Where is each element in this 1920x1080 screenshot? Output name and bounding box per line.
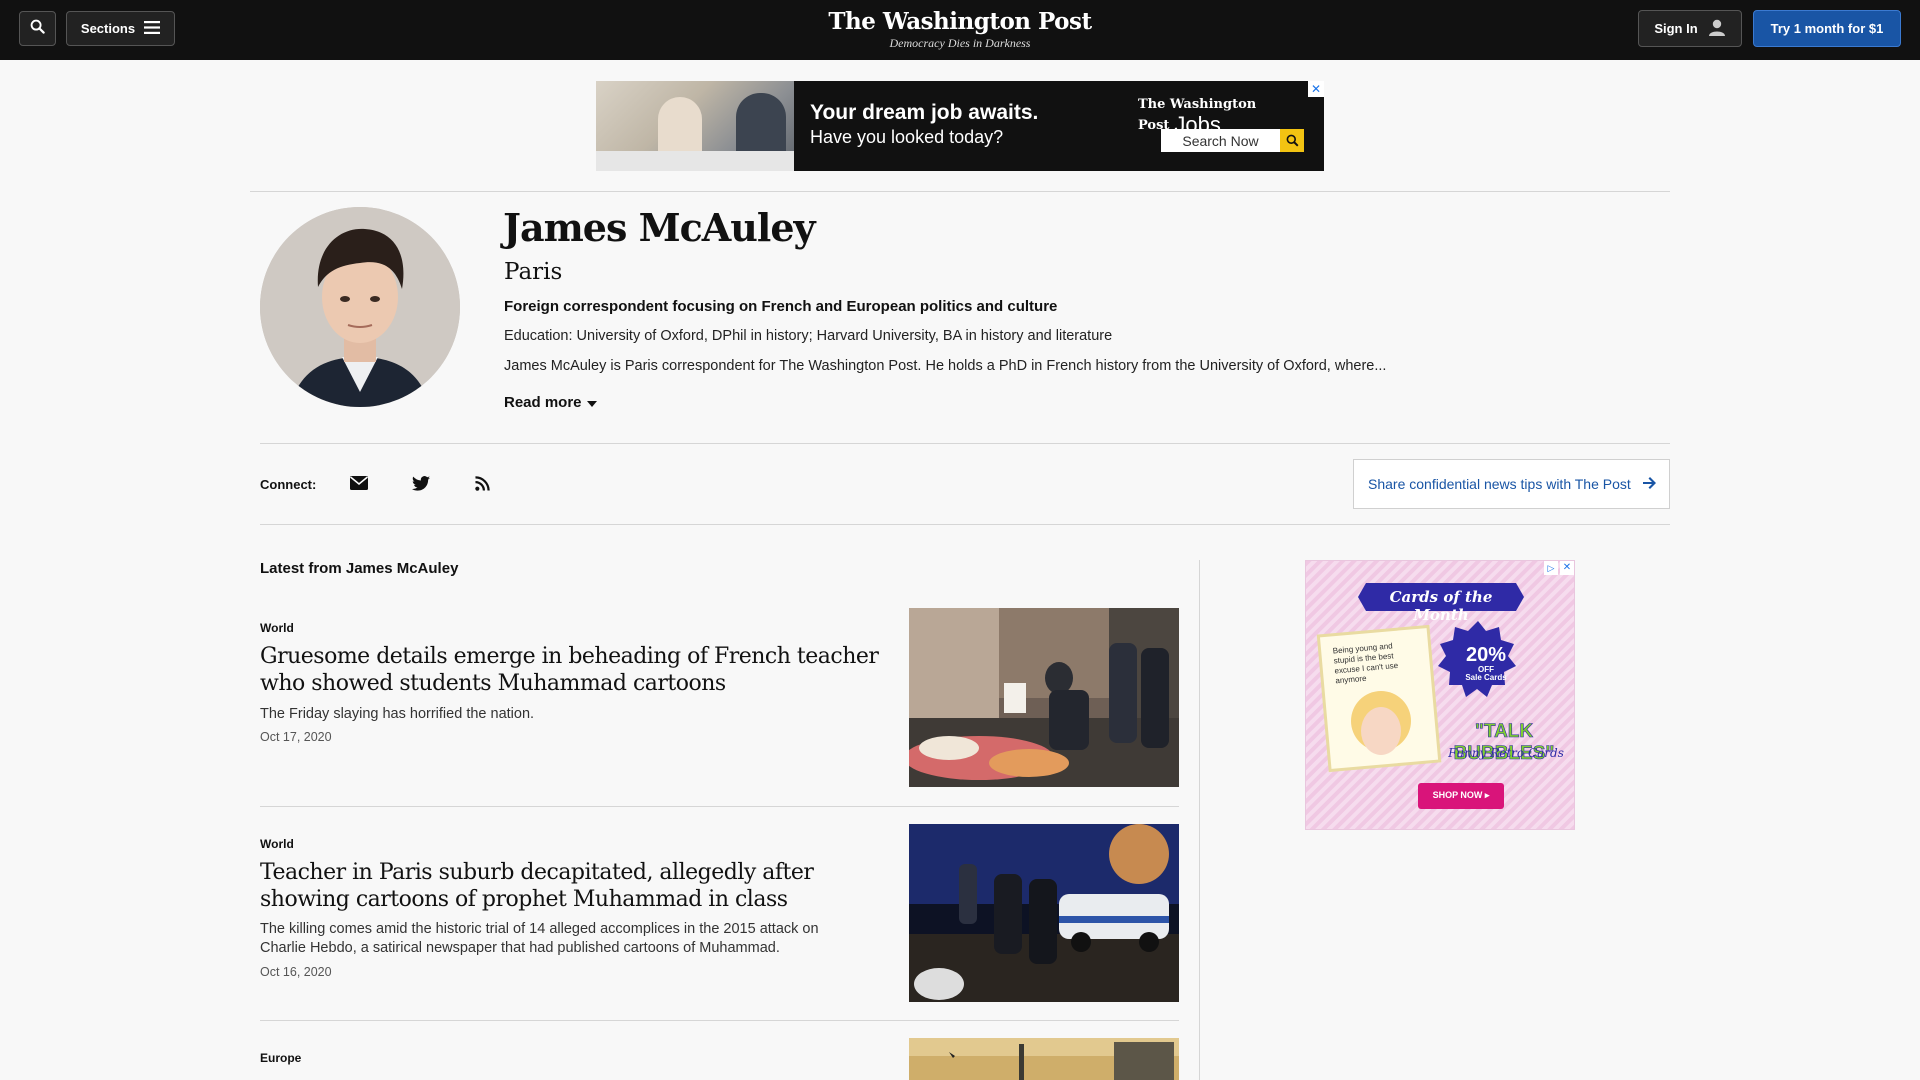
divider: [250, 191, 1670, 192]
user-icon: [1708, 19, 1726, 39]
sign-in-button[interactable]: Sign In: [1638, 10, 1742, 47]
search-button[interactable]: [19, 11, 56, 46]
ad-handshake-photo: [596, 81, 794, 171]
top-nav: Sections The Washington Post Democracy D…: [0, 0, 1920, 60]
latest-heading: Latest from James McAuley: [260, 560, 459, 577]
article-thumbnail[interactable]: [909, 824, 1179, 1002]
hamburger-icon: [144, 20, 161, 37]
ad-subline: Have you looked today?: [810, 127, 1004, 147]
divider: [260, 806, 1179, 807]
divider: [260, 443, 1670, 444]
author-location: Paris: [504, 259, 563, 285]
magnifier-icon: [1280, 129, 1304, 152]
connect-label: Connect:: [260, 477, 317, 492]
side-ad-card-text: Being young and stupid is the best excus…: [1332, 641, 1399, 686]
caret-down-icon: [586, 394, 597, 411]
author-avatar: [260, 207, 460, 407]
author-bio: James McAuley is Paris correspondent for…: [504, 358, 1387, 374]
site-logo[interactable]: The Washington Post Democracy Dies in Da…: [760, 8, 1160, 51]
read-more-label: Read more: [504, 394, 582, 411]
side-ad-discount-badge: 20% OFF Sale Cards: [1456, 645, 1516, 683]
divider: [260, 1020, 1179, 1021]
article-blurb: The Friday slaying has horrified the nat…: [260, 706, 535, 722]
read-more-button[interactable]: Read more: [504, 394, 597, 411]
column-divider: [1199, 560, 1200, 1080]
shop-now-button[interactable]: SHOP NOW ▸: [1418, 790, 1504, 801]
top-banner-ad[interactable]: Your dream job awaits. Have you looked t…: [596, 81, 1324, 171]
search-icon: [30, 19, 45, 39]
ad-headline: Your dream job awaits.: [810, 101, 1039, 124]
ad-search-label: Search Now: [1182, 132, 1259, 149]
author-beat: Foreign correspondent focusing on French…: [504, 298, 1058, 315]
article-headline[interactable]: Gruesome details emerge in beheading of …: [260, 643, 880, 697]
sections-label: Sections: [80, 21, 136, 36]
article-headline[interactable]: Teacher in Paris suburb decapitated, all…: [260, 859, 880, 913]
article-kicker[interactable]: World: [260, 837, 294, 851]
subscribe-trial-button[interactable]: Try 1 month for $1: [1753, 10, 1901, 47]
badge-percent: 20%: [1465, 644, 1507, 666]
article-thumbnail[interactable]: [909, 1038, 1179, 1080]
article-date: Oct 17, 2020: [260, 730, 332, 744]
article-kicker[interactable]: World: [260, 621, 294, 635]
logo-wordmark: The Washington Post: [828, 8, 1092, 35]
ad-close-icon[interactable]: ✕: [1308, 81, 1324, 97]
article-thumbnail[interactable]: [909, 608, 1179, 787]
side-ad[interactable]: Cards of the Month Being young and stupi…: [1305, 560, 1575, 830]
rss-icon[interactable]: [471, 472, 493, 494]
twitter-icon[interactable]: [410, 472, 432, 494]
author-name: James McAuley: [503, 205, 816, 250]
ad-choices[interactable]: ▷ ✕: [1544, 561, 1574, 575]
ad-search-now-button[interactable]: Search Now: [1161, 129, 1304, 152]
ad-info-icon[interactable]: ▷: [1544, 561, 1558, 575]
ad-close-icon[interactable]: ✕: [1560, 561, 1574, 575]
badge-sub: Sale Cards: [1465, 673, 1507, 683]
article-blurb: The killing comes amid the historic tria…: [260, 921, 819, 956]
tips-label: Share confidential news tips with The Po…: [1368, 476, 1631, 492]
share-news-tips-button[interactable]: Share confidential news tips with The Po…: [1353, 459, 1670, 509]
side-ad-title: Cards of the Month: [1389, 588, 1493, 624]
sections-button[interactable]: Sections: [66, 11, 175, 46]
article-date: Oct 16, 2020: [260, 965, 332, 979]
logo-tagline: Democracy Dies in Darkness: [889, 36, 1031, 50]
author-education: Education: University of Oxford, DPhil i…: [504, 328, 1113, 344]
email-icon[interactable]: [348, 472, 370, 494]
sign-in-label: Sign In: [1654, 21, 1698, 36]
article-kicker[interactable]: Europe: [260, 1051, 301, 1065]
side-ad-brand-sub: Funny Retro Cards: [1448, 746, 1564, 760]
arrow-right-icon: [1642, 476, 1656, 492]
divider: [260, 524, 1670, 525]
